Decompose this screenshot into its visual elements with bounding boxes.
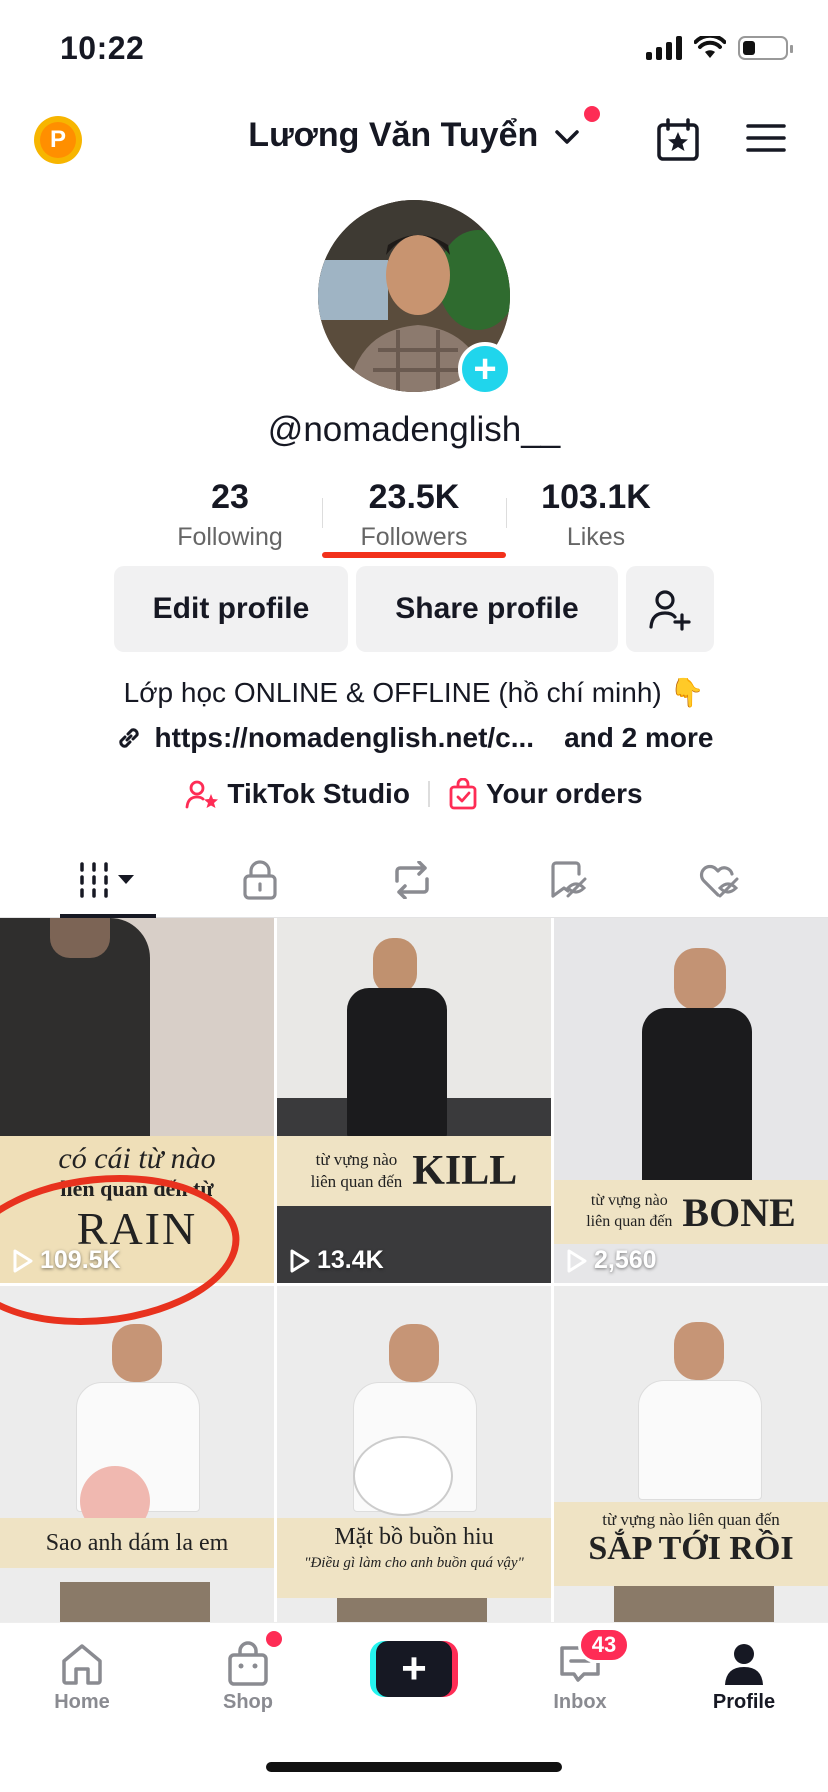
profile-stats: 23 Following 23.5K Followers 103.1K Like… xyxy=(0,478,828,558)
play-icon xyxy=(290,1249,310,1272)
cellular-signal-icon xyxy=(646,36,682,60)
tab-liked[interactable] xyxy=(680,856,760,904)
video-thumbnail[interactable]: Mặt bồ buồn hiu "Điều gì làm cho anh buồ… xyxy=(277,1286,551,1651)
inbox-badge: 43 xyxy=(578,1627,630,1663)
wifi-icon xyxy=(694,36,726,58)
creator-tools: TikTok Studio Your orders xyxy=(0,778,828,810)
nav-shop-label: Shop xyxy=(223,1691,273,1713)
username: @nomadenglish__ xyxy=(267,410,561,449)
content-tabs xyxy=(0,842,828,918)
repost-icon xyxy=(395,861,429,899)
video-caption: Sao anh dám la em xyxy=(0,1518,274,1568)
view-count: 2,560 xyxy=(566,1246,657,1275)
profile-icon xyxy=(725,1644,763,1685)
view-count: 13.4K xyxy=(289,1246,384,1275)
shop-notification-dot xyxy=(266,1631,282,1647)
status-icons xyxy=(646,36,793,60)
lock-icon xyxy=(243,860,277,900)
followers-label: Followers xyxy=(360,523,468,551)
view-count-value: 13.4K xyxy=(317,1246,384,1274)
followers-count: 23.5K xyxy=(368,478,460,516)
videos-grid-icon xyxy=(80,862,134,898)
notification-dot xyxy=(584,106,600,122)
plus-icon: + xyxy=(376,1641,452,1697)
nav-profile-label: Profile xyxy=(712,1691,776,1713)
nav-profile[interactable]: Profile xyxy=(684,1637,804,1714)
nav-home-label: Home xyxy=(54,1691,110,1713)
your-orders-label: Your orders xyxy=(485,778,643,809)
tab-saved[interactable] xyxy=(528,856,608,904)
tab-reposts[interactable] xyxy=(372,856,452,904)
stat-divider xyxy=(322,498,323,528)
status-bar: 10:22 xyxy=(0,0,828,100)
nav-shop[interactable]: Shop xyxy=(188,1637,308,1714)
account-switcher[interactable]: Lương Văn Tuyển xyxy=(0,116,828,155)
shopping-bag-icon xyxy=(449,778,477,810)
more-links[interactable]: and 2 more xyxy=(564,722,713,754)
heart-hidden-icon xyxy=(699,864,739,898)
account-name: Lương Văn Tuyển xyxy=(248,116,539,154)
followers-annotation-underline xyxy=(322,552,506,558)
menu-icon[interactable] xyxy=(746,122,786,154)
home-indicator xyxy=(266,1762,562,1772)
add-friends-button[interactable] xyxy=(626,566,714,652)
add-avatar-button[interactable]: + xyxy=(458,342,512,396)
home-icon xyxy=(62,1644,102,1685)
bio-text: Lớp học ONLINE & OFFLINE (hồ chí minh) 👇 xyxy=(123,677,705,708)
video-caption: từ vựng nào xyxy=(315,1149,398,1169)
video-thumbnail[interactable]: Sao anh dám la em xyxy=(0,1286,274,1651)
stat-followers[interactable]: 23.5K Followers xyxy=(324,478,504,552)
video-thumbnail[interactable]: từ vựng nào liên quan đến SẮP TỚI RỒI xyxy=(554,1286,828,1651)
battery-level xyxy=(743,41,755,55)
nav-home[interactable]: Home xyxy=(22,1637,142,1714)
video-caption: liên quan đến xyxy=(310,1172,403,1191)
link-icon xyxy=(118,728,139,748)
likes-label: Likes xyxy=(566,523,626,551)
nav-inbox-label: Inbox xyxy=(553,1691,607,1713)
likes-count: 103.1K xyxy=(541,478,651,516)
tiktok-studio-link[interactable]: TikTok Studio xyxy=(185,778,410,810)
video-caption: từ vựng nào liên quan đến xyxy=(602,1510,780,1529)
following-count: 23 xyxy=(211,478,249,516)
video-caption: SẮP TỚI RỒI xyxy=(588,1530,794,1567)
add-user-icon xyxy=(649,590,691,631)
video-caption: liên quan đến xyxy=(586,1213,673,1230)
create-button[interactable]: + xyxy=(370,1641,458,1697)
stat-likes[interactable]: 103.1K Likes xyxy=(506,478,686,552)
bio-links: https://nomadenglish.net/c... and 2 more xyxy=(0,722,828,754)
top-nav: P Lương Văn Tuyển xyxy=(0,100,828,180)
tiktok-studio-label: TikTok Studio xyxy=(227,778,410,809)
tools-divider xyxy=(427,781,430,807)
battery-icon xyxy=(738,36,793,60)
view-count-value: 2,560 xyxy=(594,1246,657,1274)
share-profile-button[interactable]: Share profile xyxy=(356,566,618,652)
video-caption: có cái từ nào xyxy=(58,1142,216,1175)
play-icon xyxy=(567,1249,587,1272)
shop-bag-icon xyxy=(228,1641,268,1686)
calendar-star-icon[interactable] xyxy=(656,118,700,162)
tab-private[interactable] xyxy=(220,856,300,904)
video-caption: BONE xyxy=(682,1189,796,1235)
tab-videos[interactable] xyxy=(68,856,148,904)
video-caption: Mặt bồ buồn hiu xyxy=(334,1524,494,1550)
video-caption: KILL xyxy=(412,1148,518,1194)
chevron-down-icon xyxy=(554,130,579,144)
video-caption: "Điều gì làm cho anh buồn quá vậy" xyxy=(304,1555,524,1571)
video-thumbnail[interactable]: từ vựng nào liên quan đến KILL 13.4K xyxy=(277,918,551,1283)
following-label: Following xyxy=(177,523,283,551)
edit-profile-button[interactable]: Edit profile xyxy=(114,566,348,652)
bookmark-hidden-icon xyxy=(551,861,587,898)
bio-link[interactable]: https://nomadenglish.net/c... xyxy=(155,722,535,754)
stat-following[interactable]: 23 Following xyxy=(140,478,320,552)
studio-user-star-icon xyxy=(186,780,219,809)
your-orders-link[interactable]: Your orders xyxy=(448,778,643,810)
status-time: 10:22 xyxy=(60,30,145,66)
video-thumbnail[interactable]: từ vựng nào liên quan đến BONE 2,560 xyxy=(554,918,828,1283)
video-caption: từ vựng nào xyxy=(590,1192,668,1210)
